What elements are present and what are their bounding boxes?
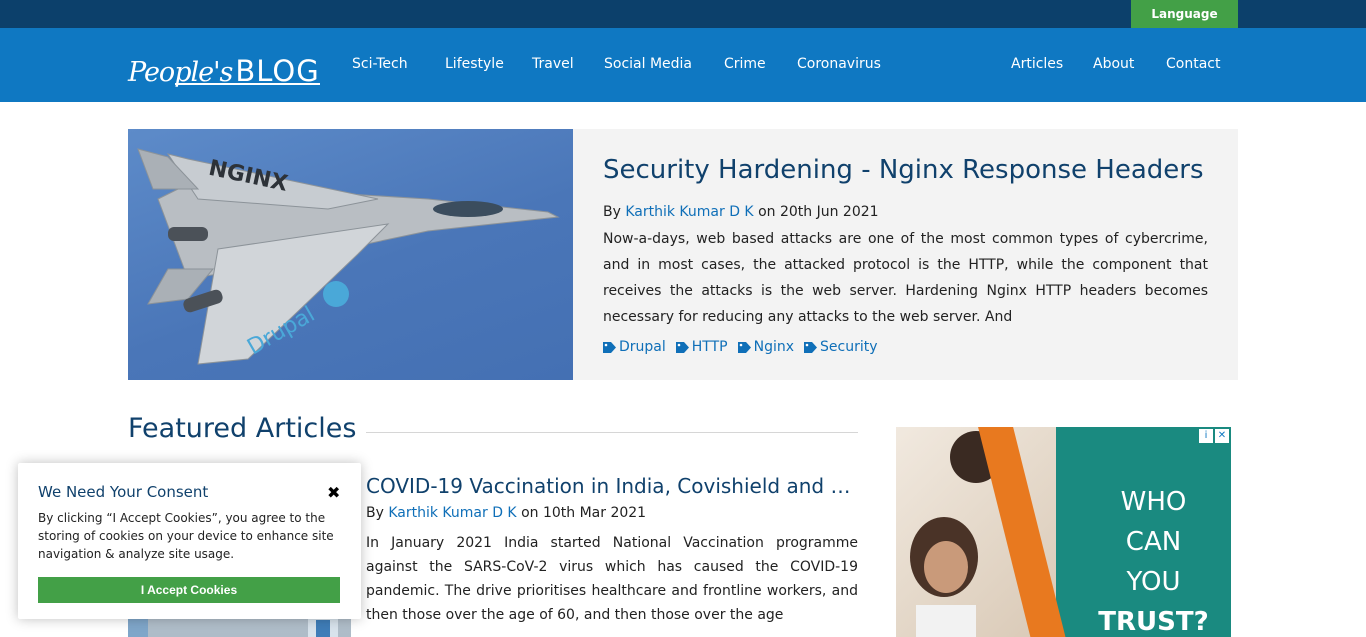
- featured-articles-heading: Featured Articles: [128, 413, 357, 444]
- main-nav: People's BLOG Sci-Tech Lifestyle Travel …: [0, 28, 1366, 102]
- hero-byline: By Karthik Kumar D K on 20th Jun 2021: [603, 204, 879, 220]
- tag-label: Security: [820, 339, 878, 355]
- hero-author-link[interactable]: Karthik Kumar D K: [625, 204, 753, 220]
- accept-cookies-button[interactable]: I Accept Cookies: [38, 577, 340, 603]
- nav-coronavirus[interactable]: Coronavirus: [797, 56, 881, 72]
- nav-articles[interactable]: Articles: [1011, 56, 1063, 72]
- featured-article-title[interactable]: COVID-19 Vaccination in India, Covishiel…: [366, 474, 858, 498]
- ad-line-3: TRUST?: [1098, 607, 1209, 637]
- tag-drupal[interactable]: Drupal: [603, 339, 666, 355]
- nav-crime[interactable]: Crime: [724, 56, 766, 72]
- byline-prefix: By: [366, 505, 384, 521]
- ad-close-icon[interactable]: ✕: [1215, 429, 1229, 443]
- featured-author-link[interactable]: Karthik Kumar D K: [388, 505, 516, 521]
- tag-nginx[interactable]: Nginx: [737, 339, 795, 355]
- top-bar: Language: [0, 0, 1366, 28]
- language-button[interactable]: Language: [1131, 0, 1238, 28]
- ad-line-1: WHO CAN: [1120, 487, 1187, 557]
- advertisement[interactable]: WHO CAN YOU TRUST? i ✕: [896, 427, 1231, 637]
- nav-contact[interactable]: Contact: [1166, 56, 1220, 72]
- hero-tags: Drupal HTTP Nginx Security: [603, 339, 878, 355]
- ad-info-icon[interactable]: i: [1199, 429, 1213, 443]
- hero-date: on 20th Jun 2021: [758, 204, 879, 220]
- tag-http[interactable]: HTTP: [675, 339, 728, 355]
- nav-lifestyle[interactable]: Lifestyle: [445, 56, 504, 72]
- logo-underline: [175, 83, 320, 85]
- featured-article-byline: By Karthik Kumar D K on 10th Mar 2021: [366, 505, 646, 521]
- nav-travel[interactable]: Travel: [532, 56, 574, 72]
- tag-label: Nginx: [753, 339, 795, 355]
- tag-icon: [603, 341, 616, 353]
- drupal-logo-icon: [323, 281, 349, 307]
- hero-excerpt: Now-a-days, web based attacks are one of…: [603, 231, 1208, 325]
- ad-headline: WHO CAN YOU TRUST?: [1091, 482, 1216, 637]
- consent-title: We Need Your Consent: [38, 483, 209, 501]
- nav-about[interactable]: About: [1093, 56, 1134, 72]
- nav-social-media[interactable]: Social Media: [604, 56, 692, 72]
- nav-sci-tech[interactable]: Sci-Tech: [352, 56, 408, 72]
- ad-badges: i ✕: [1199, 429, 1229, 443]
- tag-icon: [675, 341, 689, 353]
- fighter-jet-illustration: NGINX Drupal: [137, 148, 560, 365]
- close-icon[interactable]: ✖: [327, 483, 340, 502]
- hero-article: NGINX Drupal Security Hardening - Nginx …: [128, 129, 1238, 380]
- tag-icon: [737, 341, 751, 353]
- consent-body-text: By clicking “I Accept Cookies”, you agre…: [38, 511, 334, 561]
- byline-prefix: By: [603, 204, 621, 220]
- tag-security[interactable]: Security: [804, 339, 878, 355]
- cookie-consent-dialog: We Need Your Consent ✖ By clicking “I Ac…: [18, 463, 361, 619]
- heading-divider: [366, 432, 858, 433]
- tag-icon: [804, 341, 818, 353]
- tag-label: Drupal: [619, 339, 666, 355]
- hero-title[interactable]: Security Hardening - Nginx Response Head…: [603, 155, 1213, 185]
- hero-image[interactable]: NGINX Drupal: [128, 129, 573, 380]
- ad-line-2: YOU: [1126, 567, 1181, 597]
- featured-date: on 10th Mar 2021: [521, 505, 647, 521]
- site-logo[interactable]: People's BLOG: [128, 42, 320, 88]
- featured-article-excerpt: In January 2021 India started National V…: [366, 535, 858, 623]
- tag-label: HTTP: [691, 339, 728, 355]
